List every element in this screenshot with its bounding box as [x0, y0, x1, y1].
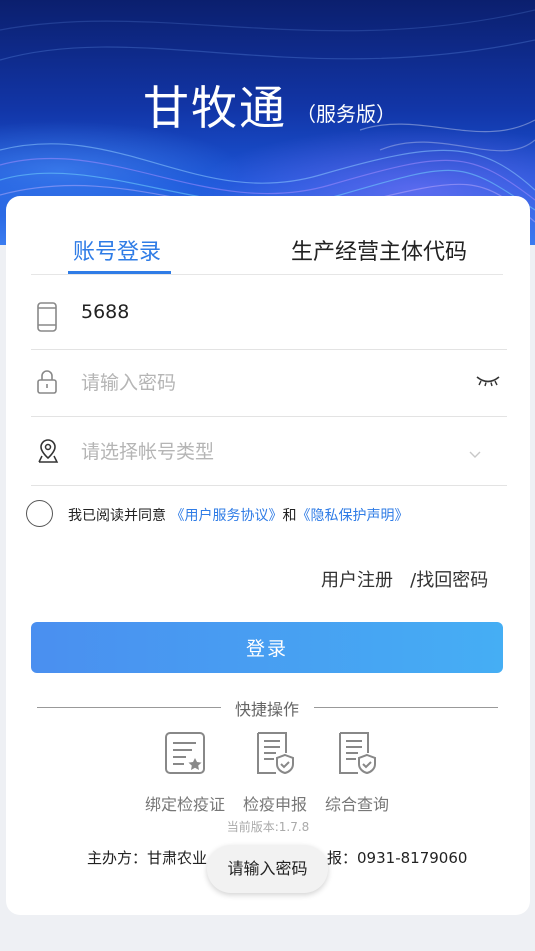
divider-left — [37, 707, 221, 708]
quick-action-comprehensive-query[interactable]: 综合查询 — [312, 731, 402, 815]
version-text: 当前版本:1.7.8 — [226, 820, 310, 834]
recover-password-link[interactable]: /找回密码 — [410, 570, 488, 591]
agreement-radio[interactable] — [26, 500, 53, 527]
app-title: 甘牧通 — [143, 81, 287, 135]
password-input[interactable]: 请输入密码 — [81, 368, 176, 395]
eye-closed-icon[interactable] — [475, 373, 501, 392]
location-pin-icon — [36, 438, 62, 468]
lock-icon — [36, 369, 62, 399]
account-type-field[interactable]: 请选择帐号类型 — [31, 418, 507, 486]
phone-icon — [36, 302, 62, 332]
divider-right — [314, 707, 498, 708]
phone-input[interactable]: 5688 — [81, 301, 129, 323]
toast-message: 请输入密码 — [207, 845, 328, 893]
phone-field[interactable]: 5688 — [31, 282, 507, 350]
quick-action-label: 绑定检疫证 — [144, 795, 225, 814]
register-link[interactable]: 用户注册 — [321, 570, 393, 591]
register-recover-links: 用户注册 /找回密码 — [321, 566, 488, 592]
account-type-select[interactable]: 请选择帐号类型 — [81, 437, 214, 464]
quick-action-label: 检疫申报 — [242, 795, 307, 814]
login-button[interactable]: 登录 — [31, 622, 503, 673]
login-page: 甘牧通 （服务版） 账号登录 生产经营主体代码 5688 请输入密码 请选择帐号… — [0, 0, 535, 951]
privacy-link[interactable]: 《隐私保护声明》 — [296, 508, 408, 524]
certificate-star-icon — [140, 731, 230, 779]
quick-action-label: 综合查询 — [324, 795, 389, 814]
tab-account-login[interactable]: 账号登录 — [73, 234, 161, 266]
agreement-and: 和 — [282, 508, 297, 524]
login-tabs: 账号登录 生产经营主体代码 — [31, 196, 503, 275]
tab-entity-code[interactable]: 生产经营主体代码 — [291, 234, 467, 266]
agreement-row: 我已阅读并同意 《用户服务协议》和《隐私保护声明》 — [26, 499, 506, 529]
chevron-down-icon[interactable] — [469, 444, 481, 463]
quick-action-bind-certificate[interactable]: 绑定检疫证 — [140, 731, 230, 815]
footer-host-right: 报：0931-8179060 — [327, 849, 468, 867]
quick-action-quarantine-declare[interactable]: 检疫申报 — [230, 731, 320, 815]
quick-actions-label: 快捷操作 — [235, 700, 300, 719]
footer-host-left: 主办方：甘肃农业 — [87, 849, 208, 867]
user-agreement-link[interactable]: 《用户服务协议》 — [170, 508, 282, 524]
document-shield-icon — [230, 731, 320, 779]
agreement-prefix: 我已阅读并同意 — [68, 508, 166, 524]
agreement-text: 我已阅读并同意 《用户服务协议》和《隐私保护声明》 — [68, 505, 408, 525]
tab-active-indicator — [68, 271, 171, 274]
app-subtitle: （服务版） — [296, 102, 396, 126]
login-card: 账号登录 生产经营主体代码 5688 请输入密码 请选择帐号类型 我已阅读并同意… — [6, 196, 530, 915]
password-field[interactable]: 请输入密码 — [31, 349, 507, 417]
document-shield-query-icon — [312, 731, 402, 779]
